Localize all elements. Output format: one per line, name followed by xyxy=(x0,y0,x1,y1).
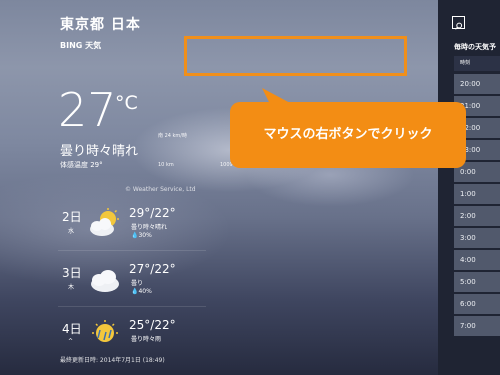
forecast-condition: 曇り時々晴れ xyxy=(131,224,168,231)
forecast-day[interactable]: 2日 水 29°/22° 曇り時々晴れ 💧30% xyxy=(58,206,206,260)
feels-like: 体感温度 29° xyxy=(60,161,103,169)
rain-sun-icon xyxy=(92,320,118,342)
current-temperature: 27 xyxy=(58,83,117,137)
forecast-weekday: 水 xyxy=(68,228,75,235)
forecast-date: 4日 xyxy=(62,322,82,336)
copyright: © Weather Service, Ltd xyxy=(125,186,196,193)
partly-cloudy-icon xyxy=(90,208,119,236)
hourly-forecast-title: 毎時の天気予 xyxy=(454,43,496,51)
hour-row[interactable]: 7:00 xyxy=(454,316,500,336)
visibility-detail: 10 km xyxy=(158,162,174,168)
forecast-precip: 💧40% xyxy=(131,288,152,295)
current-condition: 曇り時々晴れ xyxy=(60,144,139,159)
divider xyxy=(58,306,206,307)
instruction-text: マウスの右ボタンでクリック xyxy=(263,127,433,142)
instruction-callout: マウスの右ボタンでクリック xyxy=(230,102,466,168)
forecast-precip: 💧30% xyxy=(131,232,152,239)
forecast-weekday: 木 xyxy=(68,284,75,291)
forecast-temps: 29°/22° xyxy=(129,206,176,220)
hour-row[interactable]: 3:00 xyxy=(454,228,500,248)
click-target-highlight xyxy=(184,36,407,76)
forecast-day[interactable]: 3日 木 27°/22° 曇り 💧40% xyxy=(58,262,206,316)
forecast-condition: 曇り時々雨 xyxy=(131,336,162,343)
forecast-condition: 曇り xyxy=(131,280,144,287)
hour-row[interactable]: 6:00 xyxy=(454,294,500,314)
forecast-date: 2日 xyxy=(62,210,82,224)
hour-row[interactable]: 20:00 xyxy=(454,74,500,94)
search-icon xyxy=(455,22,463,30)
forecast-date: 3日 xyxy=(62,266,82,280)
wind-detail: 南 24 km/時 xyxy=(158,133,187,139)
hourly-column-header: 時刻 xyxy=(454,56,500,71)
last-updated: 最終更新日時: 2014年7月1日 (18:49) xyxy=(60,357,165,364)
divider xyxy=(58,250,206,251)
hour-row[interactable]: 2:00 xyxy=(454,206,500,226)
forecast-weekday: ^ xyxy=(68,338,74,345)
hour-row[interactable]: 1:00 xyxy=(454,184,500,204)
app-name: BING 天気 xyxy=(60,41,102,50)
search-button[interactable] xyxy=(452,16,465,30)
hour-row[interactable]: 4:00 xyxy=(454,250,500,270)
location-title: 東京都 日本 xyxy=(60,17,141,33)
forecast-temps: 25°/22° xyxy=(129,318,176,332)
temperature-unit: °C xyxy=(115,92,138,114)
cloudy-icon xyxy=(91,270,119,292)
hour-row[interactable]: 5:00 xyxy=(454,272,500,292)
forecast-temps: 27°/22° xyxy=(129,262,176,276)
